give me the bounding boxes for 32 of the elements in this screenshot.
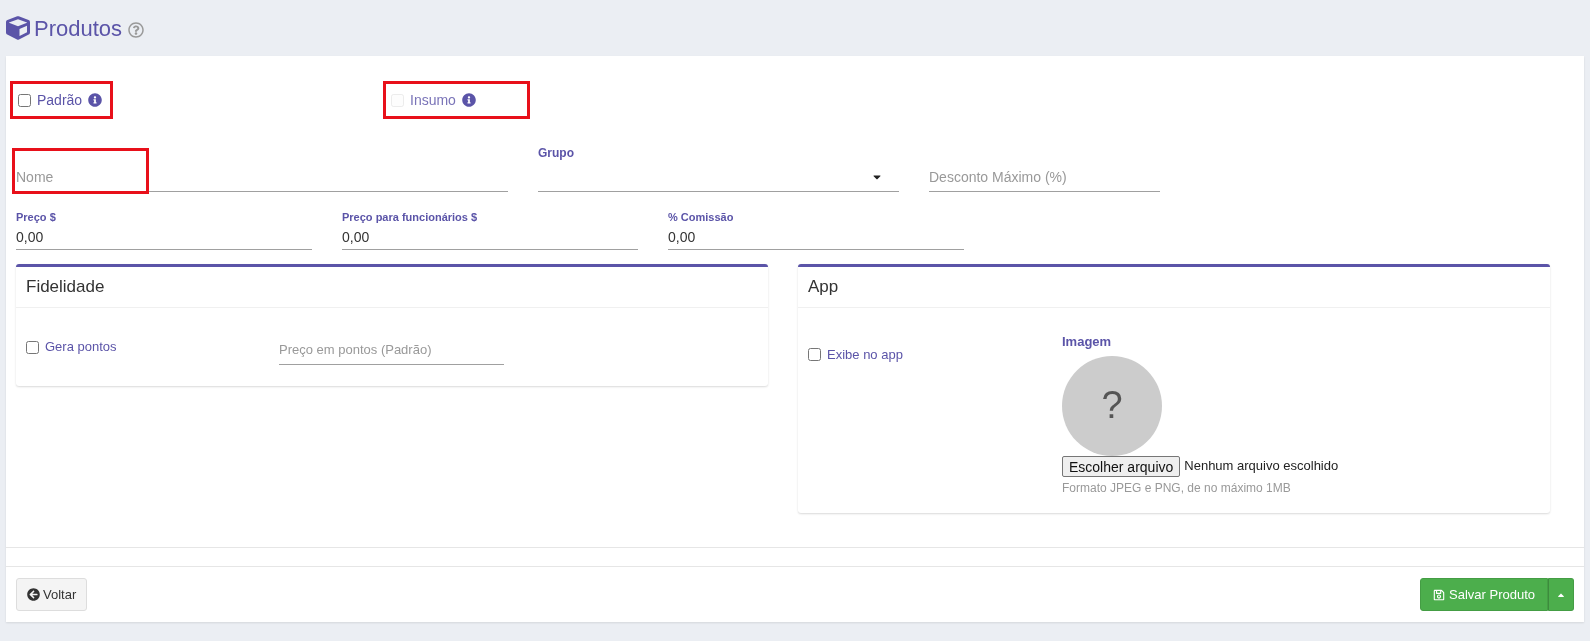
checkbox[interactable]: [808, 348, 821, 361]
help-icon[interactable]: [128, 21, 145, 38]
panel-title: Fidelidade: [26, 276, 105, 299]
points-price-field[interactable]: Preço em pontos (Padrão): [279, 335, 504, 365]
dropdown-toggle[interactable]: [1548, 578, 1574, 611]
panel-title: App: [808, 276, 839, 299]
choose-file-button[interactable]: Escolher arquivo: [1062, 455, 1181, 477]
file-status: Nenhum arquivo escolhido: [1184, 457, 1339, 476]
back-button[interactable]: Voltar: [16, 578, 88, 611]
page-title: Produtos: [34, 14, 123, 43]
checkbox-label: Padrão: [37, 90, 83, 110]
field-label: Preço $: [16, 210, 57, 225]
field-label: % Comissão: [668, 210, 735, 225]
checkbox[interactable]: [26, 340, 39, 354]
checkbox[interactable]: [18, 93, 31, 107]
cube-icon: [6, 16, 30, 40]
field-label: Grupo: [538, 145, 575, 162]
number-field[interactable]: 0,00: [342, 225, 638, 249]
text-field[interactable]: Nome: [16, 162, 508, 192]
back-arrow-icon: [27, 588, 40, 601]
field-label: Preço para funcionários $: [342, 210, 479, 225]
checkbox-label: Insumo: [410, 90, 456, 110]
number-field[interactable]: 0,00: [668, 225, 964, 249]
info-icon[interactable]: [88, 93, 103, 107]
question-mark-glyph: ?: [1101, 383, 1123, 428]
number-field[interactable]: 0,00: [16, 225, 312, 249]
checkbox-label: Gera pontos: [45, 338, 117, 357]
file-hint: Formato JPEG e PNG, de no máximo 1MB: [1062, 479, 1291, 497]
field-label: Imagem: [1062, 333, 1112, 351]
text-field[interactable]: Desconto Máximo (%): [929, 162, 1160, 192]
checkbox-label: Exibe no app: [827, 346, 903, 364]
save-icon: [1433, 588, 1445, 601]
